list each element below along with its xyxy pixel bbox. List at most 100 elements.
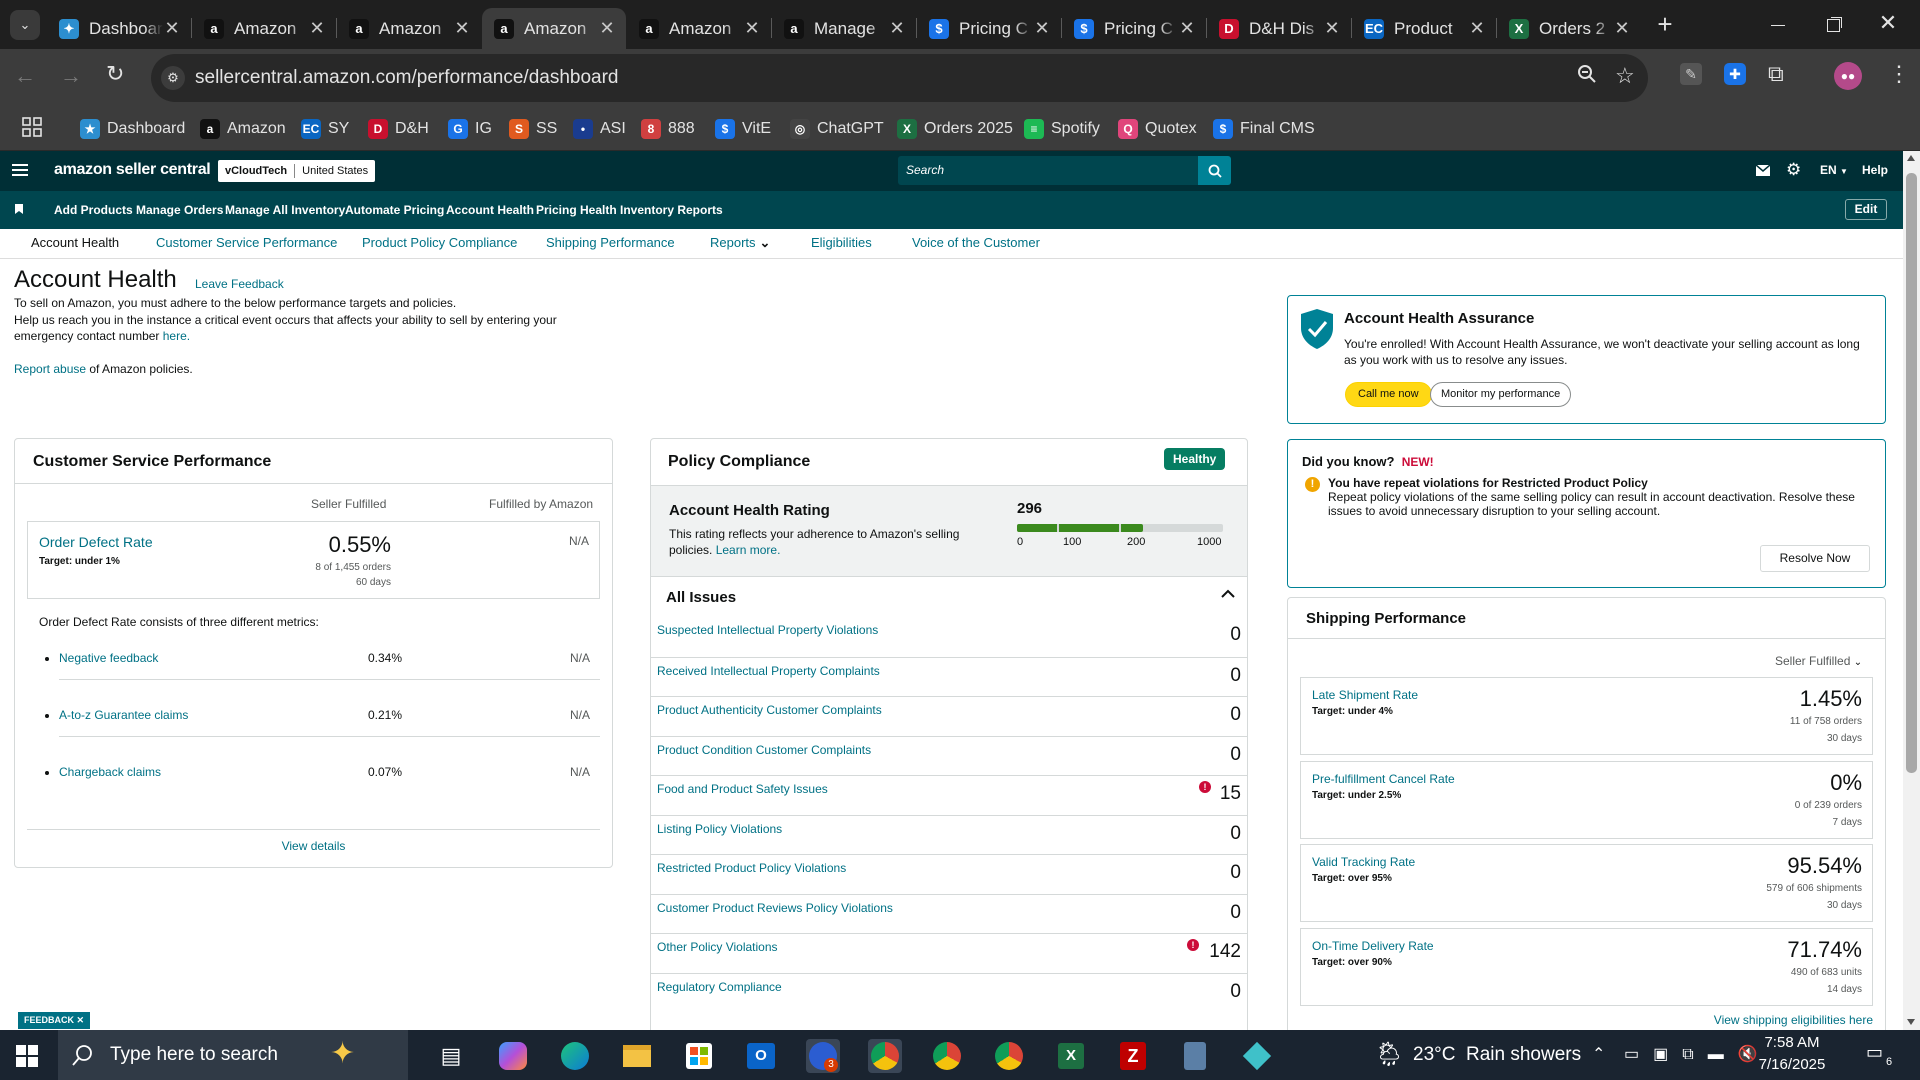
tab-close-icon[interactable]: ✕: [1178, 18, 1196, 39]
issue-link[interactable]: Other Policy Violations: [657, 940, 778, 954]
site-info-icon[interactable]: ⚙: [161, 66, 185, 90]
nav-link[interactable]: Manage Orders: [136, 203, 223, 217]
taskbar-search-box[interactable]: Type here to search ✦: [58, 1030, 408, 1080]
browser-tab[interactable]: a Amazon ✕: [337, 8, 481, 49]
new-tab-button[interactable]: +: [1650, 10, 1680, 40]
tab-close-icon[interactable]: ✕: [1033, 18, 1051, 39]
page-scrollbar[interactable]: [1903, 151, 1920, 1030]
chrome-profile-3-icon[interactable]: [992, 1039, 1026, 1073]
notification-center-icon[interactable]: ▭: [1866, 1042, 1883, 1063]
bookmark-item[interactable]: ★ Dashboard: [80, 115, 185, 143]
chrome-icon[interactable]: [868, 1039, 902, 1073]
tab-close-icon[interactable]: ✕: [308, 18, 326, 39]
excel-icon[interactable]: X: [1054, 1039, 1088, 1073]
scroll-up-arrow[interactable]: [1907, 155, 1915, 161]
restore-button[interactable]: [1815, 12, 1851, 38]
shipping-metric-link[interactable]: On-Time Delivery Rate: [1312, 939, 1434, 953]
address-bar[interactable]: ⚙ sellercentral.amazon.com/performance/d…: [151, 54, 1648, 102]
reload-button[interactable]: ↻: [106, 61, 124, 87]
issue-link[interactable]: Customer Product Reviews Policy Violatio…: [657, 901, 893, 915]
store-icon[interactable]: [682, 1039, 716, 1073]
metric-link[interactable]: Chargeback claims: [59, 765, 161, 779]
shipping-metric-link[interactable]: Late Shipment Rate: [1312, 688, 1418, 702]
url-text[interactable]: sellercentral.amazon.com/performance/das…: [195, 67, 619, 89]
issue-link[interactable]: Product Condition Customer Complaints: [657, 743, 871, 757]
chrome-profile-2-icon[interactable]: [930, 1039, 964, 1073]
tab-search-button[interactable]: ⌄: [10, 10, 40, 40]
edit-nav-button[interactable]: Edit: [1845, 199, 1887, 220]
nav-link[interactable]: Account Health: [446, 203, 534, 217]
search-input[interactable]: Search: [898, 156, 1198, 185]
tab-close-icon[interactable]: ✕: [598, 18, 616, 39]
metric-link[interactable]: Negative feedback: [59, 651, 158, 665]
here-link[interactable]: here.: [163, 329, 190, 343]
subnav-link[interactable]: Account Health: [31, 235, 119, 250]
subnav-link[interactable]: Reports ⌄: [710, 235, 770, 251]
bookmark-item[interactable]: 8 888: [641, 115, 695, 143]
scrollbar-thumb[interactable]: [1906, 173, 1917, 773]
windows-start-button[interactable]: [16, 1045, 38, 1067]
report-abuse-link[interactable]: Report abuse: [14, 362, 86, 376]
hamburger-menu-icon[interactable]: [12, 164, 28, 177]
meet-icon[interactable]: ▣: [1653, 1046, 1682, 1063]
battery-icon[interactable]: ▬: [1708, 1046, 1738, 1063]
clock-time[interactable]: 7:58 AM: [1752, 1034, 1832, 1051]
browser-tab[interactable]: a Amazon ✕: [482, 8, 626, 49]
learn-more-link[interactable]: Learn more.: [716, 543, 781, 557]
bookmark-star-icon[interactable]: ☆: [1615, 63, 1635, 89]
chrome-menu-icon[interactable]: ⋮: [1888, 61, 1910, 87]
help-link[interactable]: Help: [1862, 163, 1888, 177]
view-shipping-eligibilities-link[interactable]: View shipping eligibilities here: [1714, 1013, 1873, 1027]
tab-close-icon[interactable]: ✕: [163, 18, 181, 39]
shipping-metric-link[interactable]: Valid Tracking Rate: [1312, 855, 1415, 869]
browser-tab[interactable]: $ Pricing C ✕: [1062, 8, 1206, 49]
bookmark-item[interactable]: EC SY: [301, 115, 349, 143]
outlook-icon[interactable]: O: [744, 1039, 778, 1073]
mail-icon[interactable]: [1756, 165, 1770, 176]
close-window-button[interactable]: ✕: [1870, 10, 1906, 38]
browser-tab[interactable]: a Amazon ✕: [627, 8, 771, 49]
nav-link[interactable]: Manage All Inventory: [225, 203, 345, 217]
app-diamond-icon[interactable]: [1240, 1039, 1274, 1073]
clock-date[interactable]: 7/16/2025: [1752, 1056, 1832, 1073]
issue-link[interactable]: Regulatory Compliance: [657, 980, 782, 994]
issue-link[interactable]: Product Authenticity Customer Complaints: [657, 703, 882, 717]
filezilla-icon[interactable]: Z: [1116, 1039, 1150, 1073]
resolve-now-button[interactable]: Resolve Now: [1760, 545, 1870, 572]
collapse-chevron-icon[interactable]: [1221, 589, 1235, 599]
search-button[interactable]: [1198, 156, 1231, 185]
settings-gear-icon[interactable]: ⚙: [1786, 160, 1801, 180]
screen-icon[interactable]: ⧉: [1682, 1046, 1707, 1063]
issue-link[interactable]: Received Intellectual Property Complaint…: [657, 664, 880, 678]
subnav-link[interactable]: Eligibilities: [811, 235, 872, 250]
browser-tab[interactable]: D D&H Dis ✕: [1207, 8, 1351, 49]
tab-close-icon[interactable]: ✕: [1613, 18, 1631, 39]
forward-button[interactable]: →: [60, 63, 82, 89]
bookmark-item[interactable]: Q Quotex: [1118, 115, 1197, 143]
bookmark-item[interactable]: $ VitE: [715, 115, 771, 143]
metric-link[interactable]: A-to-z Guarantee claims: [59, 708, 188, 722]
scroll-down-arrow[interactable]: [1907, 1019, 1915, 1025]
display-icon[interactable]: ▭: [1624, 1046, 1653, 1063]
bookmark-item[interactable]: S SS: [509, 115, 557, 143]
nav-link[interactable]: Pricing Health: [536, 203, 617, 217]
task-view-icon[interactable]: ▤: [434, 1039, 468, 1073]
browser-tab[interactable]: $ Pricing C ✕: [917, 8, 1061, 49]
issue-link[interactable]: Food and Product Safety Issues: [657, 782, 828, 796]
bookmark-item[interactable]: $ Final CMS: [1213, 115, 1315, 143]
store-selector[interactable]: vCloudTech United States: [218, 160, 376, 182]
bookmark-item[interactable]: ≡ Spotify: [1024, 115, 1100, 143]
bookmark-item[interactable]: X Orders 2025: [897, 115, 1013, 143]
browser-tab[interactable]: EC Product ✕: [1352, 8, 1496, 49]
subnav-link[interactable]: Customer Service Performance: [156, 235, 337, 250]
bookmark-item[interactable]: ◎ ChatGPT: [790, 115, 884, 143]
nav-link[interactable]: Automate Pricing: [345, 203, 444, 217]
bookmark-flag-icon[interactable]: [15, 204, 23, 214]
browser-tab[interactable]: X Orders 2 ✕: [1497, 8, 1641, 49]
bookmark-item[interactable]: a Amazon: [200, 115, 286, 143]
issue-link[interactable]: Suspected Intellectual Property Violatio…: [657, 623, 878, 637]
back-button[interactable]: ←: [14, 63, 36, 89]
language-selector[interactable]: EN ▼: [1820, 163, 1848, 177]
call-me-now-button[interactable]: Call me now: [1345, 382, 1432, 407]
odr-link[interactable]: Order Defect Rate: [39, 534, 153, 550]
